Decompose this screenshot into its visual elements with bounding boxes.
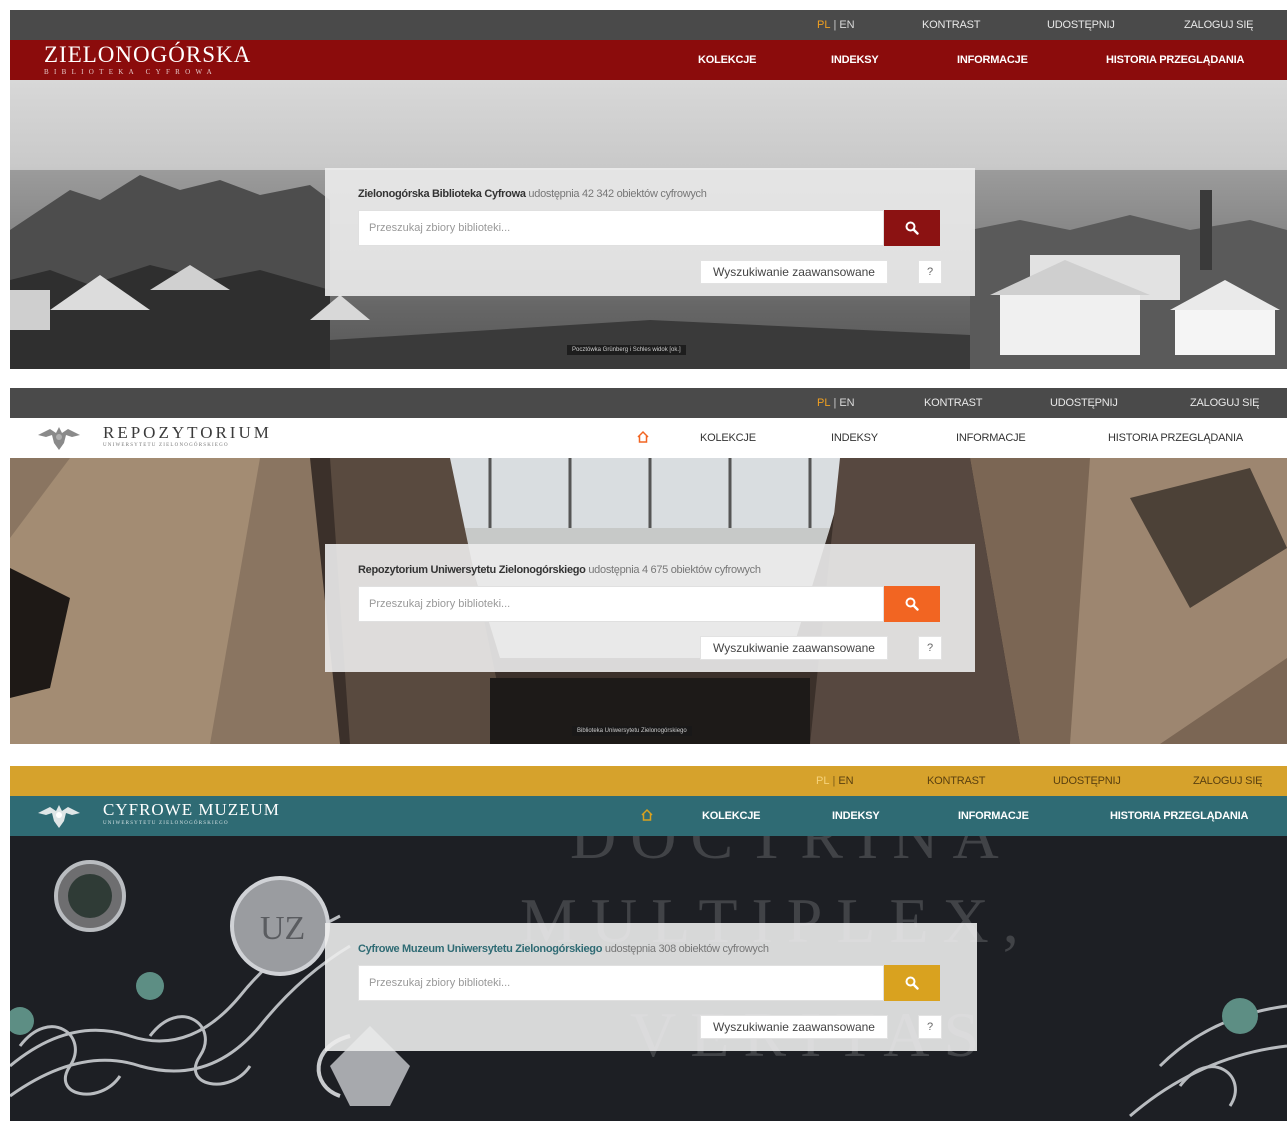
search-button[interactable]	[884, 965, 940, 1001]
search-icon	[905, 597, 919, 611]
help-button[interactable]: ?	[918, 636, 942, 660]
share-link[interactable]: UDOSTĘPNIJ	[1053, 775, 1121, 787]
eagle-emblem-icon	[38, 805, 80, 828]
lang-en-link[interactable]: EN	[839, 19, 854, 31]
nav-indeksy[interactable]: INDEKSY	[831, 432, 878, 444]
language-switch: PL | EN	[817, 19, 855, 31]
nav-informacje[interactable]: INFORMACJE	[956, 432, 1026, 444]
share-link[interactable]: UDOSTĘPNIJ	[1047, 19, 1115, 31]
nav-indeksy[interactable]: INDEKSY	[832, 810, 880, 822]
contrast-link[interactable]: KONTRAST	[924, 397, 982, 409]
nav-indeksy[interactable]: INDEKSY	[831, 54, 879, 66]
svg-text:UZ: UZ	[260, 910, 305, 947]
collection-count-text: Repozytorium Uniwersytetu Zielonogórskie…	[358, 564, 761, 576]
nav-historia[interactable]: HISTORIA PRZEGLĄDANIA	[1110, 810, 1248, 822]
login-link[interactable]: ZALOGUJ SIĘ	[1193, 775, 1263, 787]
library-name: Cyfrowe Muzeum Uniwersytetu Zielonogórsk…	[358, 943, 603, 955]
site-cyfrowe-muzeum: PL | EN KONTRAST UDOSTĘPNIJ ZALOGUJ SIĘ CY…	[10, 766, 1287, 1121]
object-count-text: udostępnia 42 342 obiektów cyfrowych	[525, 188, 707, 200]
search-icon	[905, 976, 919, 990]
eagle-emblem-icon	[38, 427, 80, 450]
language-switch: PL | EN	[817, 397, 855, 409]
contrast-link[interactable]: KONTRAST	[927, 775, 985, 787]
help-button[interactable]: ?	[918, 1015, 942, 1039]
hero-banner: DOCTRINA MULTIPLEX, VERITAS UZ C	[10, 836, 1287, 1121]
logo-title: ZIELONOGÓRSKA	[44, 42, 252, 67]
search-panel: Cyfrowe Muzeum Uniwersytetu Zielonogórsk…	[325, 923, 977, 1051]
photo-caption: Pocztówka Grünberg i Schles widok [ok.]	[567, 345, 686, 355]
lang-en-link[interactable]: EN	[839, 397, 854, 409]
logo-subtitle: UNIWERSYTETU ZIELONOGÓRSKIEGO	[103, 443, 229, 448]
lang-pl-link[interactable]: PL	[817, 19, 830, 31]
nav-informacje[interactable]: INFORMACJE	[958, 810, 1029, 822]
home-icon[interactable]	[640, 808, 654, 822]
search-panel: Repozytorium Uniwersytetu Zielonogórskie…	[325, 544, 975, 672]
search-input[interactable]	[359, 966, 883, 1000]
search-panel: Zielonogórska Biblioteka Cyfrowa udostęp…	[325, 168, 975, 296]
nav-kolekcje[interactable]: KOLEKCJE	[702, 810, 761, 822]
main-navbar: CYFROWE MUZEUM UNIWERSYTETU ZIELONOGÓRSK…	[10, 796, 1287, 836]
advanced-search-button[interactable]: Wyszukiwanie zaawansowane	[700, 636, 888, 660]
logo-title: REPOZYTORIUM	[103, 423, 272, 442]
main-navbar: REPOZYTORIUM UNIWERSYTETU ZIELONOGÓRSKIE…	[10, 418, 1287, 458]
lang-en-link[interactable]: EN	[838, 775, 853, 787]
logo-subtitle: UNIWERSYTETU ZIELONOGÓRSKIEGO	[103, 821, 229, 826]
hero-banner: Repozytorium Uniwersytetu Zielonogórskie…	[10, 458, 1287, 744]
nav-kolekcje[interactable]: KOLEKCJE	[698, 54, 757, 66]
search-input[interactable]	[359, 211, 883, 245]
home-icon[interactable]	[636, 430, 650, 444]
nav-historia[interactable]: HISTORIA PRZEGLĄDANIA	[1106, 54, 1244, 66]
search-field[interactable]	[358, 965, 884, 1001]
search-button[interactable]	[884, 586, 940, 622]
advanced-search-button[interactable]: Wyszukiwanie zaawansowane	[700, 260, 888, 284]
object-count-text: udostępnia 308 obiektów cyfrowych	[602, 943, 769, 955]
search-input[interactable]	[359, 587, 883, 621]
site-zbc: PL | EN KONTRAST UDOSTĘPNIJ ZALOGUJ SIĘ ZI…	[10, 10, 1287, 369]
photo-caption: Biblioteka Uniwersytetu Zielonogórskiego	[572, 726, 692, 736]
share-link[interactable]: UDOSTĘPNIJ	[1050, 397, 1118, 409]
help-button[interactable]: ?	[918, 260, 942, 284]
search-button[interactable]	[884, 210, 940, 246]
logo-subtitle: BIBLIOTEKA CYFROWA	[44, 68, 217, 76]
search-field[interactable]	[358, 586, 884, 622]
hero-banner: Zielonogórska Biblioteka Cyfrowa udostęp…	[10, 80, 1287, 369]
library-name: Zielonogórska Biblioteka Cyfrowa	[358, 188, 526, 200]
main-navbar: ZIELONOGÓRSKA BIBLIOTEKA CYFROWA KOLEKCJ…	[10, 40, 1287, 80]
top-utility-bar: PL | EN KONTRAST UDOSTĘPNIJ ZALOGUJ SIĘ	[10, 766, 1287, 796]
logo-title: CYFROWE MUZEUM	[103, 800, 280, 819]
site-repozytorium: PL | EN KONTRAST UDOSTĘPNIJ ZALOGUJ SIĘ RE…	[10, 388, 1287, 744]
login-link[interactable]: ZALOGUJ SIĘ	[1184, 19, 1254, 31]
lang-separator: |	[833, 397, 837, 409]
collection-count-text: Zielonogórska Biblioteka Cyfrowa udostęp…	[358, 188, 707, 200]
advanced-search-button[interactable]: Wyszukiwanie zaawansowane	[700, 1015, 888, 1039]
login-link[interactable]: ZALOGUJ SIĘ	[1190, 397, 1260, 409]
nav-historia[interactable]: HISTORIA PRZEGLĄDANIA	[1108, 432, 1243, 444]
library-name: Repozytorium Uniwersytetu Zielonogórskie…	[358, 564, 586, 576]
nav-informacje[interactable]: INFORMACJE	[957, 54, 1028, 66]
language-switch: PL | EN	[816, 775, 854, 787]
search-field[interactable]	[358, 210, 884, 246]
contrast-link[interactable]: KONTRAST	[922, 19, 980, 31]
top-utility-bar: PL | EN KONTRAST UDOSTĘPNIJ ZALOGUJ SIĘ	[10, 388, 1287, 418]
lang-separator: |	[833, 19, 837, 31]
lang-pl-link[interactable]: PL	[816, 775, 829, 787]
search-icon	[905, 221, 919, 235]
top-utility-bar: PL | EN KONTRAST UDOSTĘPNIJ ZALOGUJ SIĘ	[10, 10, 1287, 40]
nav-kolekcje[interactable]: KOLEKCJE	[700, 432, 756, 444]
object-count-text: udostępnia 4 675 obiektów cyfrowych	[585, 564, 761, 576]
lang-pl-link[interactable]: PL	[817, 397, 830, 409]
collection-count-text: Cyfrowe Muzeum Uniwersytetu Zielonogórsk…	[358, 943, 769, 955]
lang-separator: |	[832, 775, 836, 787]
